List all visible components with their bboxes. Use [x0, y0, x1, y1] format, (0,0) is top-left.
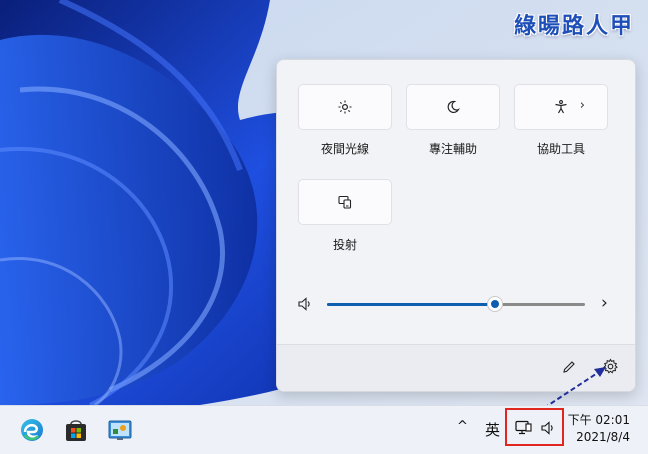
- clock[interactable]: 下午 02:01 2021/8/4: [568, 412, 630, 446]
- cast-icon: [338, 195, 352, 209]
- tray-overflow-chevron-icon[interactable]: ^: [457, 419, 468, 434]
- focus-assist-icon: [446, 100, 460, 114]
- speaker-icon[interactable]: [297, 296, 313, 316]
- network-icon[interactable]: [515, 420, 532, 440]
- tray-speaker-icon[interactable]: [540, 420, 556, 440]
- ime-indicator[interactable]: 英: [485, 419, 500, 440]
- clock-date: 2021/8/4: [576, 430, 630, 444]
- night-light-icon: [338, 100, 352, 114]
- volume-slider-thumb[interactable]: [486, 296, 503, 312]
- accessibility-label: 協助工具: [536, 142, 585, 156]
- control-panel-icon[interactable]: [106, 416, 134, 444]
- clock-time: 下午 02:01: [567, 413, 630, 427]
- edge-icon[interactable]: [18, 416, 46, 444]
- volume-more-chevron-icon[interactable]: ›: [601, 293, 608, 313]
- accessibility-chevron-icon: ›: [579, 98, 585, 113]
- focus-assist-button[interactable]: [406, 84, 500, 130]
- volume-slider[interactable]: [327, 296, 585, 312]
- volume-row: ›: [297, 293, 617, 316]
- night-light-button[interactable]: [298, 84, 392, 130]
- taskbar: ^ 英 下午 02:01 2021/8/4: [0, 405, 648, 454]
- accessibility-button[interactable]: ›: [514, 84, 608, 130]
- watermark-text: 綠暘路人甲: [513, 13, 634, 39]
- volume-slider-fill: [327, 303, 495, 306]
- cast-label: 投射: [332, 238, 357, 252]
- focus-assist-label: 專注輔助: [428, 142, 477, 156]
- night-light-label: 夜間光線: [320, 142, 369, 156]
- store-icon[interactable]: [62, 416, 90, 444]
- accessibility-icon: [554, 100, 568, 114]
- quick-settings-panel: 夜間光線 專注輔助 › 協助工具 投射 ›: [276, 59, 636, 392]
- cast-button[interactable]: [298, 179, 392, 225]
